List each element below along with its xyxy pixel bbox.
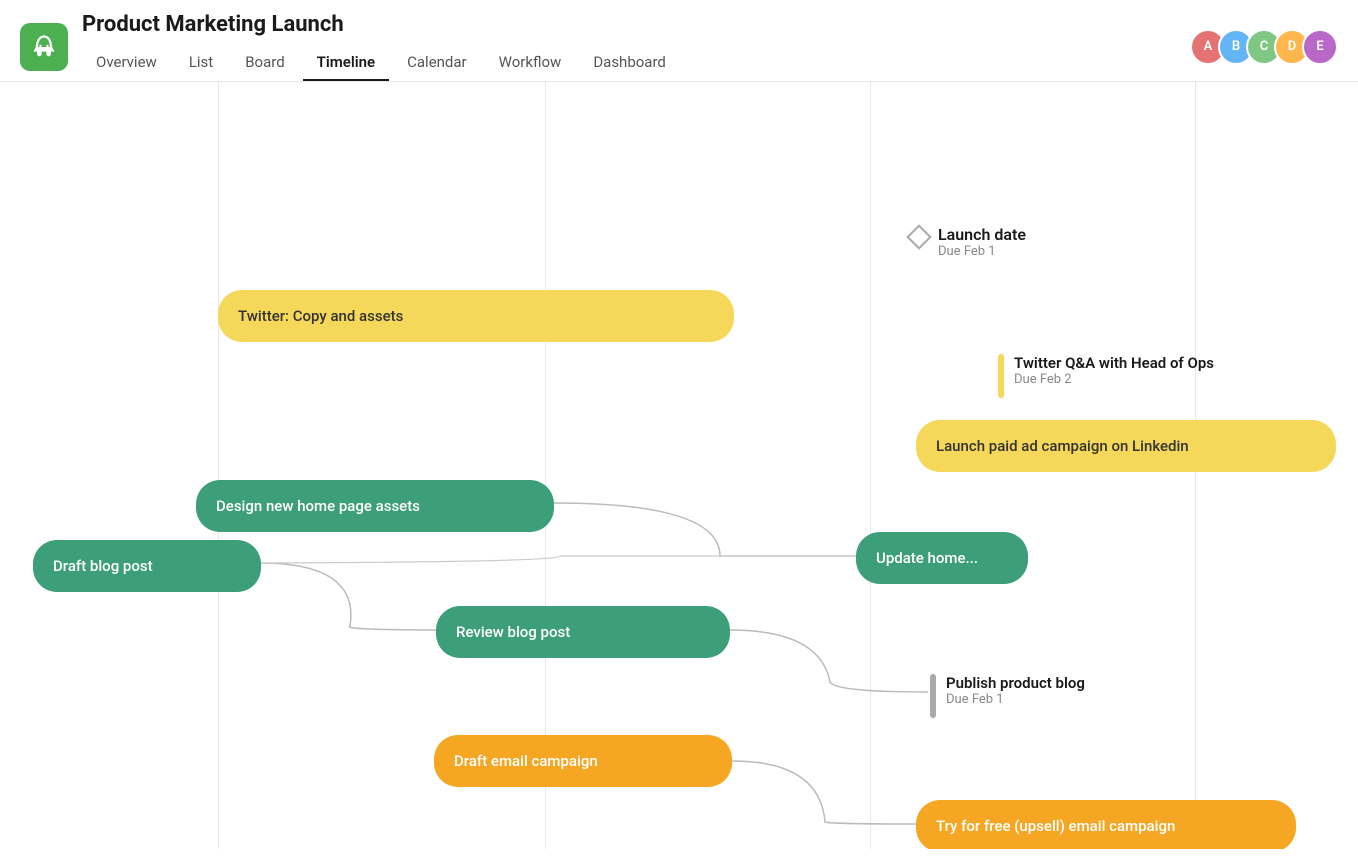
tab-calendar[interactable]: Calendar [393,45,481,81]
diamond-icon [906,224,931,249]
nav-tabs: Overview List Board Timeline Calendar Wo… [82,45,680,81]
task-draft-blog[interactable]: Draft blog post [33,540,261,592]
header-avatars: A B C D E [1198,29,1338,65]
rocket-icon [30,33,58,61]
task-update-home[interactable]: Update home... [856,532,1028,584]
task-draft-email[interactable]: Draft email campaign [434,735,732,787]
milestone-launch-date: Launch date Due Feb 1 [910,225,1026,259]
milestone-launch-text: Launch date Due Feb 1 [938,225,1026,259]
tab-timeline[interactable]: Timeline [303,45,389,81]
avatar-5: E [1302,29,1338,65]
task-upsell-email[interactable]: Try for free (upsell) email campaign [916,800,1296,849]
task-twitter-copy[interactable]: Twitter: Copy and assets [218,290,734,342]
tab-dashboard[interactable]: Dashboard [579,45,680,81]
milestone-bar-indicator [998,354,1004,398]
tab-overview[interactable]: Overview [82,45,171,81]
milestone-publish-text: Publish product blog Due Feb 1 [946,674,1085,707]
milestone-twitter-text: Twitter Q&A with Head of Ops Due Feb 2 [1014,354,1214,387]
publish-bar-indicator [930,674,936,718]
app-icon [20,23,68,71]
grid-line-3 [870,82,871,849]
grid-line-1 [218,82,219,849]
grid-line-2 [545,82,546,849]
header: Product Marketing Launch Overview List B… [0,0,1358,82]
milestone-publish-blog: Publish product blog Due Feb 1 [930,674,1085,718]
task-linkedin-ad[interactable]: Launch paid ad campaign on Linkedin [916,420,1336,472]
avatar-group: A B C D E [1198,29,1338,65]
tab-workflow[interactable]: Workflow [485,45,576,81]
task-design-assets[interactable]: Design new home page assets [196,480,554,532]
milestone-twitter-qa: Twitter Q&A with Head of Ops Due Feb 2 [998,354,1214,398]
tab-list[interactable]: List [175,45,227,81]
timeline-area: Launch date Due Feb 1 Twitter Q&A with H… [0,82,1358,849]
task-review-blog[interactable]: Review blog post [436,606,730,658]
page-title: Product Marketing Launch [82,12,680,37]
tab-board[interactable]: Board [231,45,298,81]
